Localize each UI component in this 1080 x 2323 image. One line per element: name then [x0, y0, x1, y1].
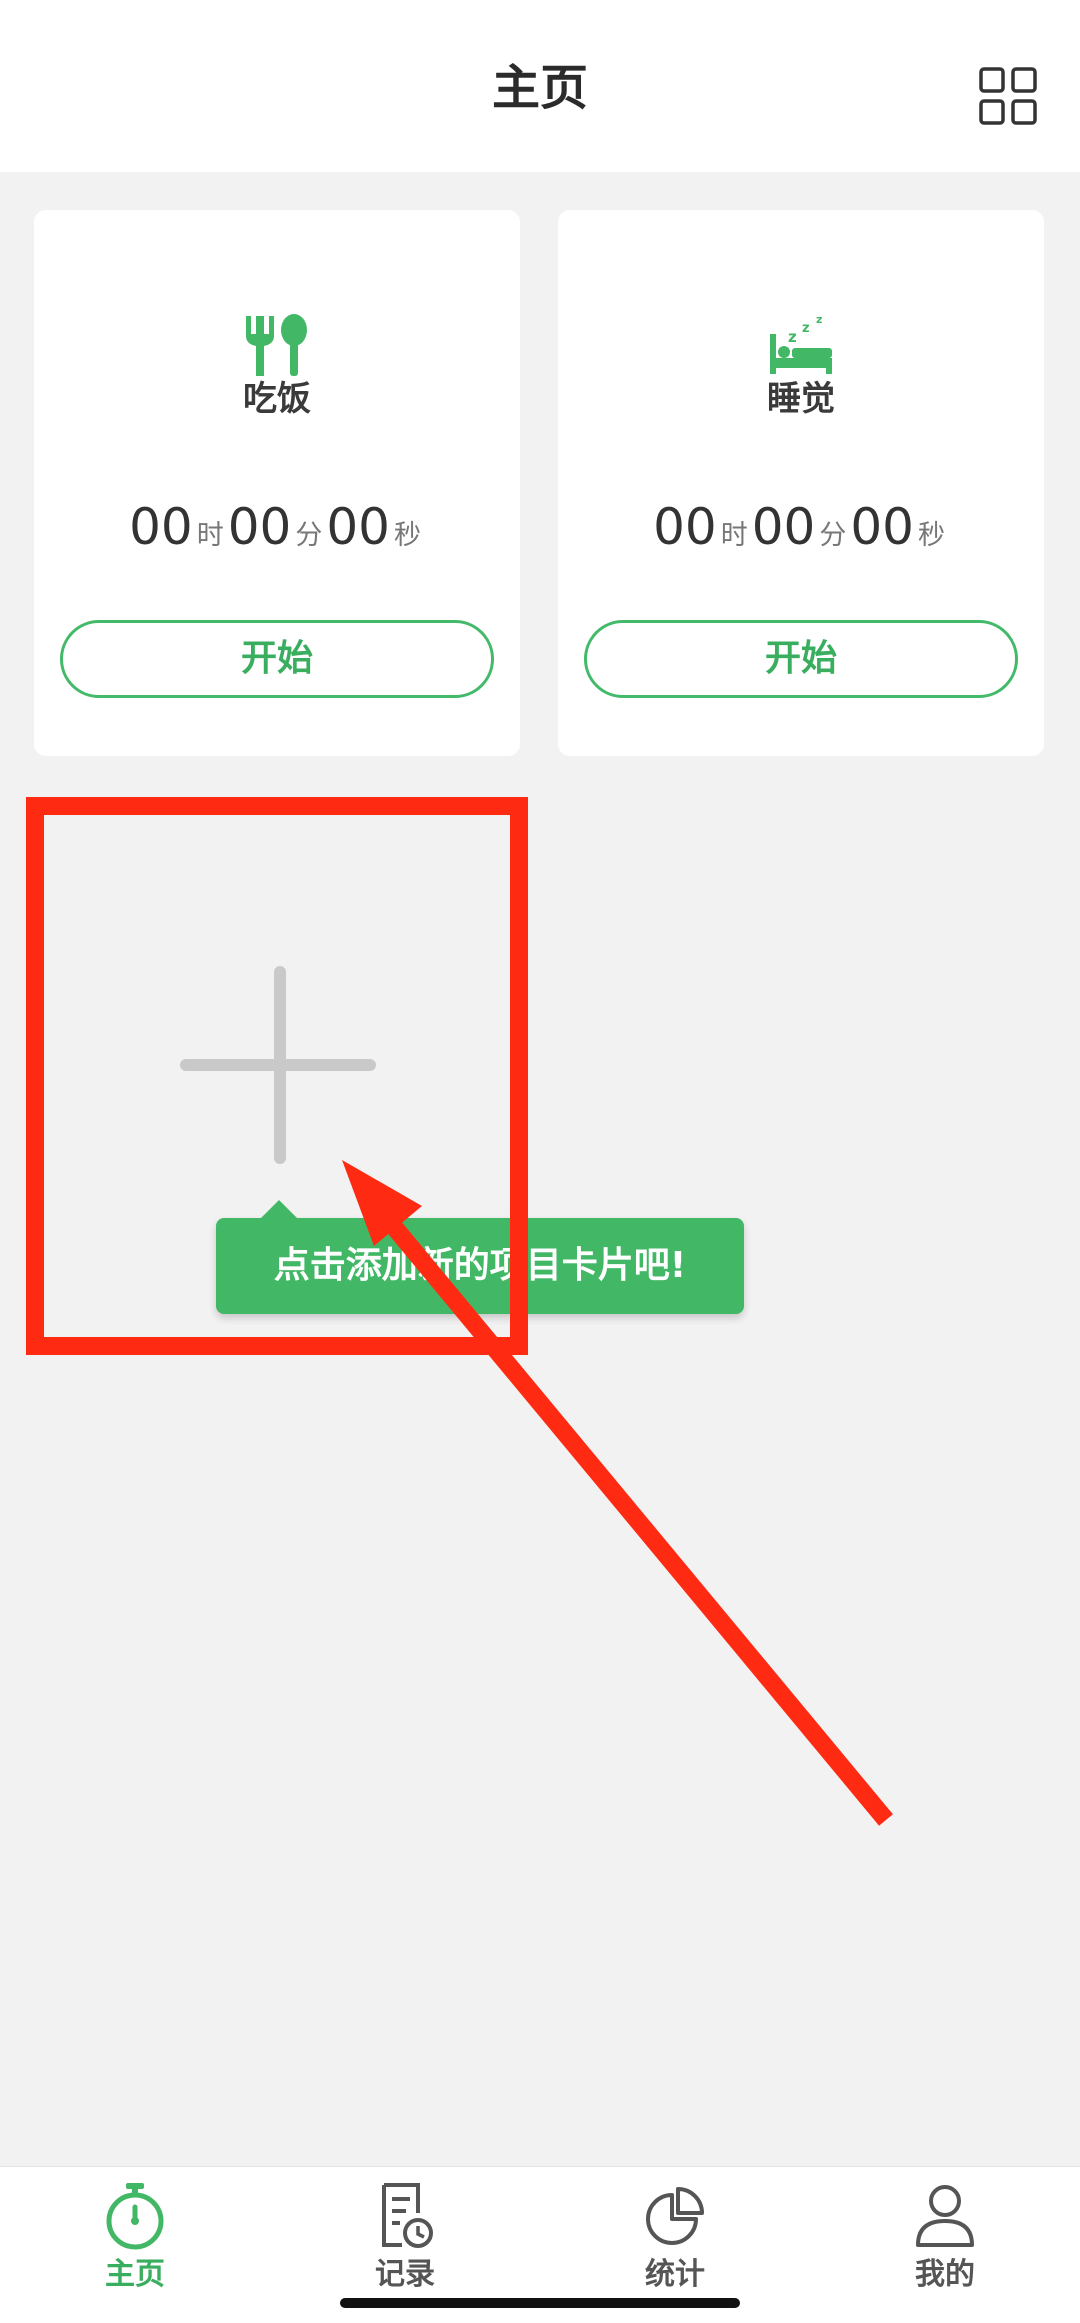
user-icon: [912, 2179, 978, 2251]
stopwatch-icon: [102, 2179, 168, 2251]
top-bar: 主页: [0, 0, 1080, 172]
timer-hours: 00: [129, 498, 193, 556]
home-indicator[interactable]: [340, 2298, 740, 2308]
timer-minutes: 00: [227, 498, 292, 556]
timer-hours: 00: [653, 498, 717, 556]
timer-hours-unit: 时: [720, 520, 748, 551]
timer-seconds-unit: 秒: [393, 520, 421, 551]
timer-seconds: 00: [326, 498, 390, 556]
page-title: 主页: [491, 60, 588, 116]
timer-seconds-unit: 秒: [917, 520, 945, 551]
elapsed-timer: 00 时00 分00 秒: [558, 492, 1044, 574]
tab-label: 主页: [105, 2257, 165, 2292]
card-title: 睡觉: [767, 379, 835, 419]
tab-label: 我的: [915, 2257, 975, 2292]
svg-text:z: z: [788, 328, 797, 346]
project-card-sleep[interactable]: z z z 睡觉 00 时00 分00 秒 开始: [558, 210, 1044, 756]
plus-icon-horizontal[interactable]: [180, 1059, 376, 1071]
start-button[interactable]: 开始: [60, 620, 494, 698]
add-card-tooltip: 点击添加新的项目卡片吧!: [216, 1200, 744, 1314]
timer-seconds: 00: [850, 498, 914, 556]
tab-home[interactable]: 主页: [0, 2167, 270, 2323]
tooltip-text: 点击添加新的项目卡片吧!: [273, 1245, 687, 1286]
timer-minutes: 00: [751, 498, 816, 556]
tab-label: 记录: [375, 2257, 435, 2292]
card-title: 吃饭: [243, 379, 311, 419]
svg-text:z: z: [816, 314, 822, 326]
start-button[interactable]: 开始: [584, 620, 1018, 698]
svg-text:z: z: [802, 321, 810, 336]
timer-hours-unit: 时: [196, 520, 224, 551]
tab-label: 统计: [645, 2257, 705, 2292]
pie-chart-icon: [642, 2179, 708, 2251]
elapsed-timer: 00 时00 分00 秒: [34, 492, 520, 574]
timer-minutes-unit: 分: [819, 520, 847, 551]
grid-icon[interactable]: [978, 66, 1038, 126]
timer-minutes-unit: 分: [295, 520, 323, 551]
tab-profile[interactable]: 我的: [810, 2167, 1080, 2323]
record-icon: [372, 2179, 438, 2251]
project-card-eat[interactable]: 吃饭 00 时00 分00 秒 开始: [34, 210, 520, 756]
